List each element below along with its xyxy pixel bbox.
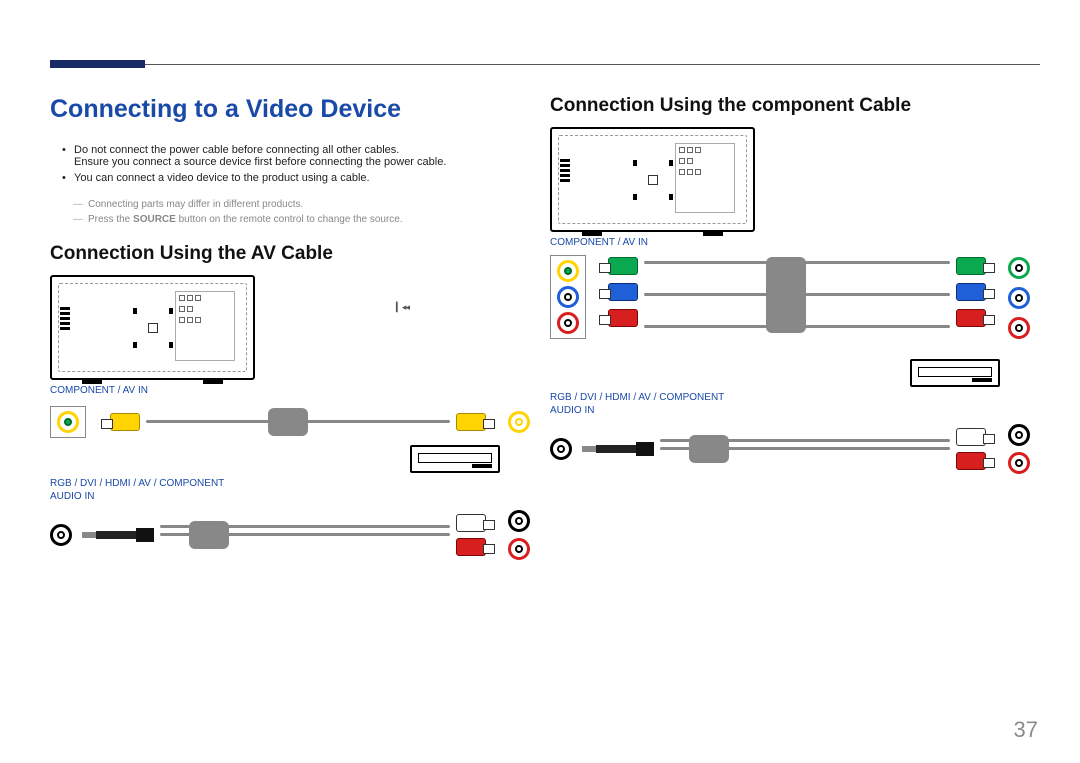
av-video-cable — [50, 405, 530, 439]
rca-plug-white-icon — [456, 514, 486, 532]
rca-plug-red-icon — [608, 309, 638, 327]
rca-plug-red-icon — [956, 309, 986, 327]
port-label: RGB / DVI / HDMI / AV / COMPONENT AUDIO … — [50, 477, 530, 503]
jack-red-icon — [557, 312, 579, 334]
audio-jack-icon — [50, 524, 72, 546]
monitor-back-icon — [50, 275, 255, 380]
rca-plug-green-icon — [956, 257, 986, 275]
jack-red-icon — [508, 538, 530, 560]
rca-plug-yellow-icon — [110, 413, 140, 431]
left-column: Connecting to a Video Device Do not conn… — [50, 95, 530, 565]
jack-red-icon — [1008, 317, 1030, 339]
component-diagram: COMPONENT / AV IN — [550, 127, 1030, 479]
bullet-item: Do not connect the power cable before co… — [74, 144, 530, 168]
rca-plug-red-icon — [456, 538, 486, 556]
right-column: Connection Using the component Cable COM… — [550, 95, 1030, 479]
port-label: RGB / DVI / HDMI / AV / COMPONENT AUDIO … — [550, 391, 1030, 417]
av-audio-cable — [50, 505, 530, 565]
rca-plug-white-icon — [956, 428, 986, 446]
rca-plug-green-icon — [608, 257, 638, 275]
dvd-player-icon — [410, 445, 500, 473]
port-label: COMPONENT / AV IN — [550, 236, 1030, 249]
stereo-plug-icon — [596, 442, 654, 456]
jack-yellow-icon — [508, 411, 530, 433]
instruction-list: Do not connect the power cable before co… — [74, 144, 530, 184]
av-heading: Connection Using the AV Cable — [50, 243, 530, 265]
rca-plug-blue-icon — [956, 283, 986, 301]
jack-white-icon — [508, 510, 530, 532]
jack-green-icon — [57, 411, 79, 433]
monitor-back-icon — [550, 127, 755, 232]
port-label: COMPONENT / AV IN — [50, 384, 530, 397]
page-title: Connecting to a Video Device — [50, 95, 530, 124]
header-rule — [50, 64, 1040, 65]
page-number: 37 — [1014, 717, 1038, 743]
rca-plug-yellow-icon — [456, 413, 486, 431]
rca-plug-blue-icon — [608, 283, 638, 301]
jack-red-icon — [1008, 452, 1030, 474]
note-item: Press the SOURCE button on the remote co… — [88, 214, 530, 225]
jack-green-icon — [1008, 257, 1030, 279]
rca-plug-red-icon — [956, 452, 986, 470]
header-accent-bar — [50, 60, 145, 68]
component-audio-cable — [550, 419, 1030, 479]
stereo-plug-icon — [96, 528, 154, 542]
note-item: Connecting parts may differ in different… — [88, 199, 530, 210]
av-diagram: COMPONENT / AV IN RGB / DVI / HDMI / AV … — [50, 275, 530, 565]
dvd-player-icon — [910, 359, 1000, 387]
jack-green-icon — [557, 260, 579, 282]
jack-white-icon — [1008, 424, 1030, 446]
bullet-item: You can connect a video device to the pr… — [74, 172, 530, 184]
audio-jack-icon — [550, 438, 572, 460]
component-heading: Connection Using the component Cable — [550, 95, 1030, 117]
component-cable — [550, 255, 1030, 355]
jack-blue-icon — [1008, 287, 1030, 309]
jack-blue-icon — [557, 286, 579, 308]
